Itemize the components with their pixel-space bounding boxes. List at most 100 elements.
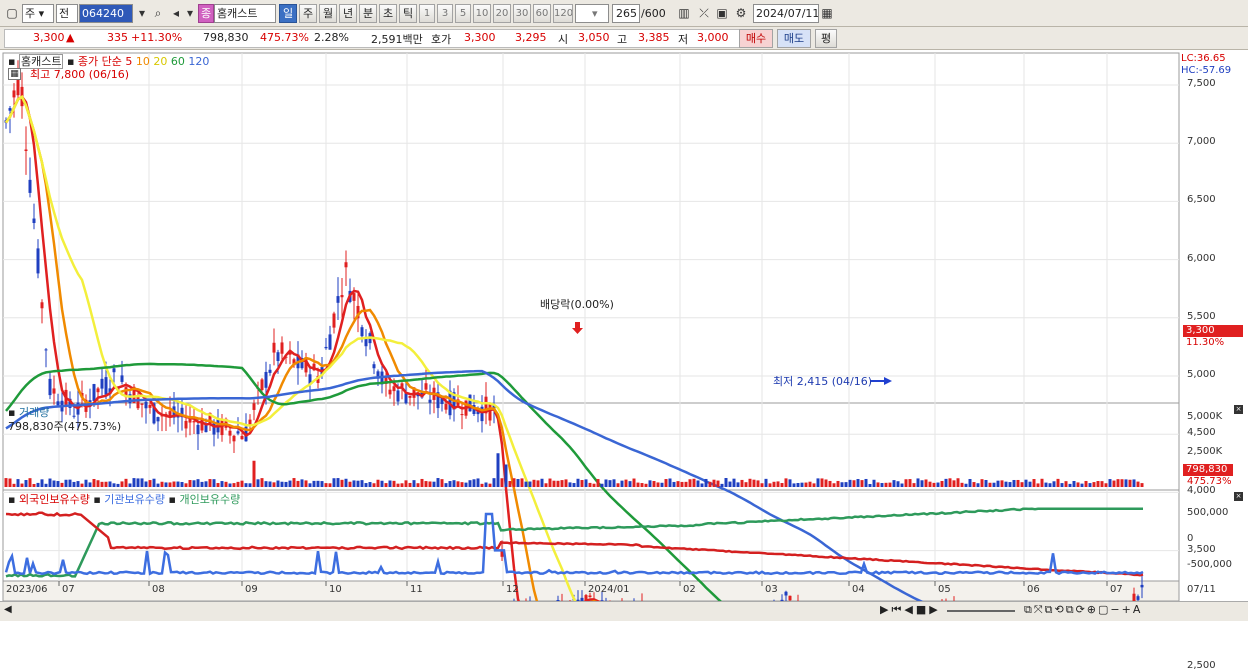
close-icon-2[interactable]: × <box>1234 492 1243 501</box>
scroll-left-icon[interactable]: ◀ <box>4 604 12 615</box>
custom-interval-select[interactable]: ▾ <box>575 4 609 23</box>
minute-3[interactable]: 3 <box>437 4 453 23</box>
volume-bar <box>133 478 136 487</box>
interval-tick[interactable]: 틱 <box>399 4 417 23</box>
volume-bar <box>441 479 444 487</box>
market-select[interactable]: 주 ▾ <box>22 4 54 23</box>
stock-code-input[interactable]: 064240 <box>79 4 133 23</box>
volume-bar <box>173 482 176 487</box>
volume-bar <box>597 479 600 487</box>
hoga-value-2: 3,295 <box>515 31 547 44</box>
candle-body <box>169 411 172 415</box>
chart-svg[interactable] <box>0 51 1248 621</box>
volume-bar <box>61 483 64 487</box>
volume-bar <box>397 484 400 487</box>
current-price: 3,300 <box>33 31 65 44</box>
volume-bar <box>685 482 688 487</box>
volume-value: 798,830주(475.73%) <box>8 418 121 434</box>
volume-bar <box>353 480 356 487</box>
volume-bar <box>893 480 896 487</box>
volume-bar <box>1041 479 1044 487</box>
volume-bar <box>737 482 740 487</box>
gear-icon[interactable]: ⚙ <box>733 4 749 23</box>
volume-bar <box>5 478 8 487</box>
minute-10[interactable]: 10 <box>473 4 491 23</box>
x-tick-label: 06 <box>1027 584 1040 595</box>
interval-second[interactable]: 초 <box>379 4 397 23</box>
volume-bar <box>741 480 744 487</box>
search-icon[interactable]: ⌕ <box>150 4 166 23</box>
calendar-icon[interactable]: ▦ <box>819 4 835 23</box>
volume-bar <box>725 478 728 487</box>
count-input[interactable]: 265 <box>612 4 640 23</box>
date-input[interactable]: 2024/07/11 <box>753 4 819 23</box>
candle-icon[interactable]: ▥ <box>676 4 692 23</box>
flat-button[interactable]: 평 <box>815 29 837 48</box>
minute-60[interactable]: 60 <box>533 4 551 23</box>
legend-institution[interactable]: 기관보유수량 <box>104 493 165 506</box>
volume-bar <box>505 465 508 488</box>
volume-bar <box>277 481 280 487</box>
volume-bar <box>949 478 952 487</box>
price-tick: 5,500 <box>1187 311 1216 322</box>
sell-button[interactable]: 매도 <box>777 29 811 48</box>
interval-day[interactable]: 일 <box>279 4 297 23</box>
volume-bar <box>769 483 772 487</box>
interval-minute[interactable]: 분 <box>359 4 377 23</box>
tool-icons[interactable]: ⧉⤧⧉⟲⧉⟳⊕▢−+A <box>1024 603 1142 617</box>
volume-bar <box>645 484 648 487</box>
volume-bar <box>481 484 484 487</box>
buy-button[interactable]: 매수 <box>739 29 773 48</box>
candle-body <box>141 404 144 405</box>
volume-bar <box>21 484 24 487</box>
x-tick-label: 08 <box>152 584 165 595</box>
close-icon[interactable]: × <box>1234 405 1243 414</box>
legend-individual[interactable]: 개인보유수량 <box>179 493 240 506</box>
volume-bar <box>445 483 448 487</box>
interval-month[interactable]: 월 <box>319 4 337 23</box>
dropdown-icon[interactable]: ▾ <box>134 4 150 23</box>
minute-5[interactable]: 5 <box>455 4 471 23</box>
holding-tick-2: 0 <box>1187 533 1193 544</box>
dropdown-icon-2[interactable]: ▾ <box>182 4 198 23</box>
price-tick: 4,500 <box>1187 427 1216 438</box>
zoom-slider[interactable] <box>947 610 1015 612</box>
volume-bar <box>617 483 620 487</box>
candle-body <box>361 327 364 336</box>
volume-bar <box>501 478 504 487</box>
minute-120[interactable]: 120 <box>553 4 573 23</box>
volume-bar <box>473 479 476 487</box>
volume-bar <box>633 479 636 487</box>
crosshair-icon[interactable]: ⤫ <box>696 4 712 23</box>
playback-controls[interactable]: ▶⏮◀■▶ <box>880 603 941 617</box>
volume-bar <box>1009 482 1012 487</box>
save-icon[interactable]: ▣ <box>714 4 730 23</box>
volume-bar <box>57 481 60 487</box>
window-icon[interactable]: ▢ <box>4 4 20 23</box>
volume-bar <box>225 482 228 487</box>
legend-foreign[interactable]: 외국인보유수량 <box>19 493 90 506</box>
volume-bar <box>349 482 352 487</box>
minute-1[interactable]: 1 <box>419 4 435 23</box>
volume-bar <box>1129 480 1132 487</box>
volume-bar <box>345 479 348 487</box>
stock-name-field[interactable]: 홈캐스트 <box>214 4 276 23</box>
volume-bar <box>965 484 968 487</box>
legend-ma-120: 120 <box>188 55 209 68</box>
volume-bar <box>925 479 928 487</box>
minute-30[interactable]: 30 <box>513 4 531 23</box>
price-tick: 4,000 <box>1187 485 1216 496</box>
table-icon[interactable]: ▦ <box>8 68 21 80</box>
minute-20[interactable]: 20 <box>493 4 511 23</box>
volume-bar <box>1089 483 1092 487</box>
candle-body <box>329 334 332 349</box>
volume-bar <box>781 483 784 487</box>
volume-bar <box>109 481 112 487</box>
interval-week[interactable]: 주 <box>299 4 317 23</box>
candle-body <box>33 219 36 223</box>
chart-area[interactable]: ▪ 홈캐스트 ▪ 종가 단순 5 10 20 60 120 ▦ 최고 7,800… <box>0 51 1248 621</box>
interval-year[interactable]: 년 <box>339 4 357 23</box>
candle-body <box>265 372 268 388</box>
volume-bar <box>81 484 84 487</box>
period-select[interactable]: 전 <box>56 4 78 23</box>
